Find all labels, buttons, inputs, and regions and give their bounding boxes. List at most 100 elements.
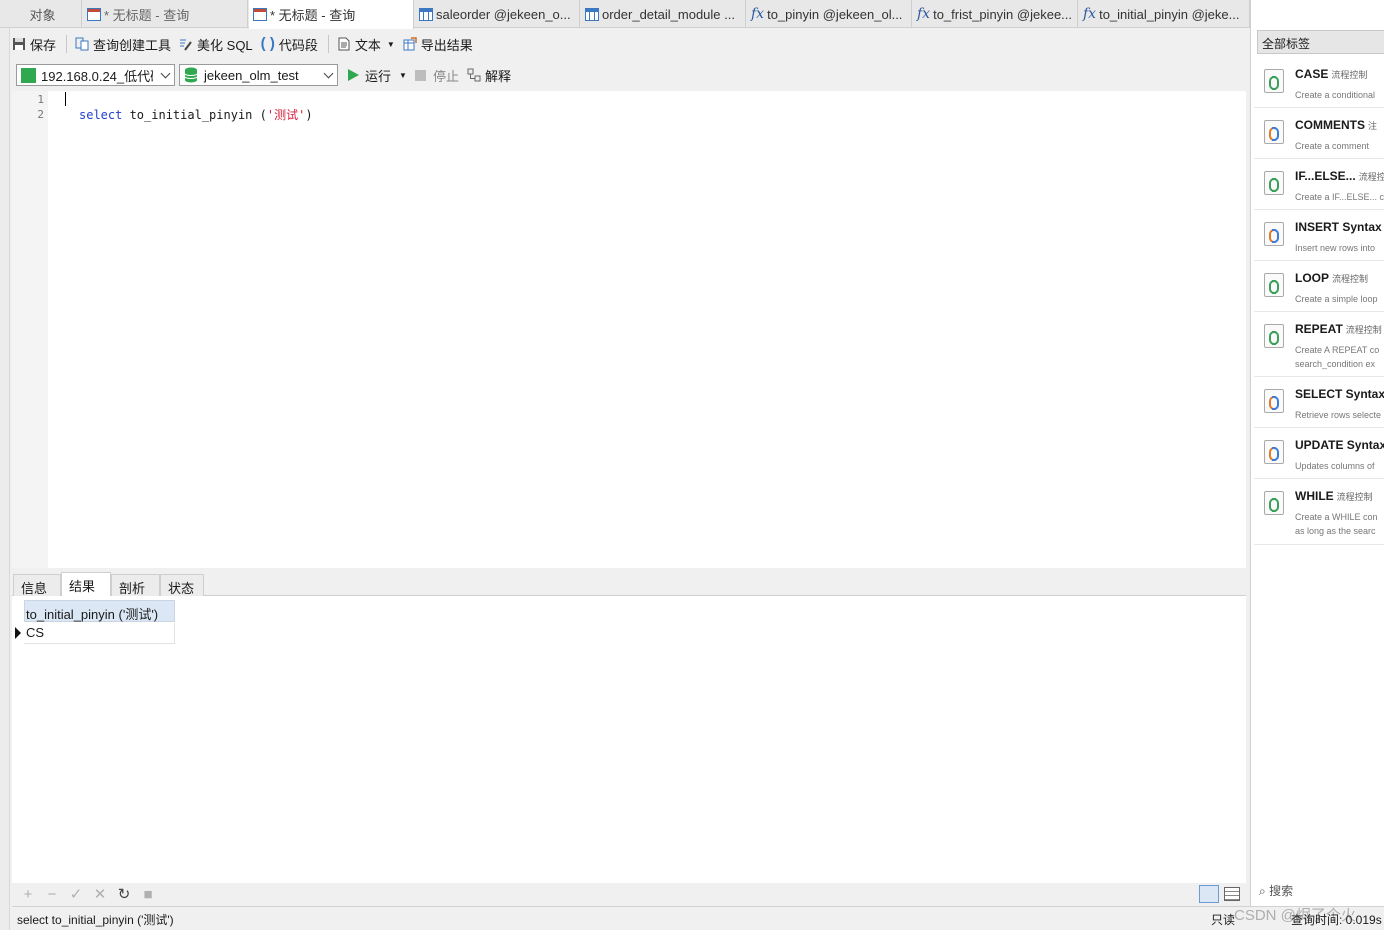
status-mode: 只读: [1211, 913, 1236, 927]
tab-status[interactable]: 状态: [160, 574, 204, 596]
stop-icon[interactable]: ■: [136, 886, 160, 903]
snippet-item[interactable]: CASE 流程控制 Create a conditional: [1254, 57, 1384, 108]
dropdown-arrow-icon: ▼: [386, 39, 395, 49]
text-file-icon: [338, 37, 350, 51]
snippet-item[interactable]: IF...ELSE... 流程控 Create a IF...ELSE... c: [1254, 159, 1384, 210]
snippet-description: Create a comment: [1295, 141, 1370, 151]
tab-to-pinyin[interactable]: fx to_pinyin @jekeen_ol...: [747, 0, 912, 28]
snippet-icon: [1264, 171, 1284, 195]
snippet-title: COMMENTS 注: [1295, 118, 1377, 132]
text-cursor: [65, 92, 66, 106]
status-bar: select to_initial_pinyin ('测试') 只读 CSDN …: [12, 906, 1384, 930]
tab-objects[interactable]: 对象: [0, 0, 82, 28]
beautify-icon: [180, 39, 192, 51]
snippet-description: Create a IF...ELSE... c: [1295, 192, 1384, 202]
connection-icon: [21, 67, 36, 83]
delete-row-icon[interactable]: −: [40, 886, 64, 903]
tab-saleorder[interactable]: saleorder @jekeen_o...: [415, 0, 580, 28]
snippet-description: Insert new rows into: [1295, 243, 1376, 253]
save-button[interactable]: 保存: [12, 35, 56, 54]
code-line-2: select to_initial_pinyin ('测试'): [79, 106, 313, 123]
snippet-icon: [1264, 69, 1284, 93]
query-time: 查询时间: 0.019s: [1291, 913, 1382, 927]
play-icon: [348, 69, 359, 81]
query-icon: [253, 8, 267, 21]
snippet-title-text: INSERT Syntax: [1295, 220, 1382, 234]
export-results-button[interactable]: 导出结果: [403, 35, 473, 54]
refresh-icon[interactable]: ↻: [112, 885, 136, 903]
grid-action-bar: + − ✓ ✕ ↻ ■: [12, 883, 1246, 905]
discard-changes-icon[interactable]: ✕: [88, 885, 112, 903]
tab-to-initial-pinyin[interactable]: fx to_initial_pinyin @jeke...: [1079, 0, 1250, 28]
snippet-item[interactable]: COMMENTS 注 Create a comment: [1254, 108, 1384, 159]
form-view-icon[interactable]: [1224, 887, 1240, 901]
tab-order-detail-module[interactable]: order_detail_module ...: [581, 0, 746, 28]
sql-close-paren: ): [305, 108, 313, 122]
beautify-sql-button[interactable]: 美化 SQL: [179, 35, 253, 54]
stop-icon: [414, 69, 426, 81]
database-icon: [184, 67, 198, 83]
connection-select[interactable]: 192.168.0.24_低代码_: [16, 64, 175, 86]
snippet-search[interactable]: ⌕ 搜索: [1259, 882, 1293, 899]
text-mode-button[interactable]: 文本 ▼: [337, 35, 395, 54]
query-tab-bar: 对象 * 无标题 - 查询 * 无标题 - 查询 saleorder @jeke…: [0, 0, 1250, 29]
table-icon: [585, 7, 599, 21]
snippet-title: INSERT Syntax: [1295, 220, 1382, 234]
snippet-panel: 全部标签 CASE 流程控制 Create a conditional COMMENT…: [1250, 0, 1384, 906]
status-sql: select to_initial_pinyin ('测试'): [17, 913, 174, 927]
snippet-title: UPDATE Syntax: [1295, 438, 1384, 452]
snippet-title: IF...ELSE... 流程控: [1295, 169, 1384, 183]
sql-editor[interactable]: 1 2 select to_initial_pinyin ('测试'): [12, 91, 1246, 568]
tab-result-1[interactable]: 结果 1: [61, 572, 111, 610]
tab-untitled-query-2[interactable]: * 无标题 - 查询: [249, 0, 414, 29]
database-select[interactable]: jekeen_olm_test: [179, 64, 338, 86]
grid-view-icon[interactable]: [1199, 885, 1219, 903]
query-icon: [87, 7, 101, 21]
snippet-item[interactable]: REPEAT 流程控制 Create A REPEAT co search_condi…: [1254, 312, 1384, 377]
tab-untitled-query-1[interactable]: * 无标题 - 查询: [83, 0, 248, 28]
snippet-item[interactable]: LOOP 流程控制 Create a simple loop: [1254, 261, 1384, 312]
snippet-title: CASE 流程控制: [1295, 67, 1367, 81]
snippet-icon: [1264, 324, 1284, 348]
apply-changes-icon[interactable]: ✓: [64, 885, 88, 903]
column-header[interactable]: to_initial_pinyin ('测试'): [24, 600, 175, 622]
sql-string-literal: '测试': [266, 108, 306, 122]
snippet-icon: [1264, 440, 1284, 464]
query-builder-button[interactable]: 查询创建工具: [75, 35, 171, 54]
connection-toolbar: 192.168.0.24_低代码_ jekeen_olm_test 运行 ▼ 停…: [16, 61, 519, 89]
snippet-button[interactable]: ( ) 代码段: [261, 35, 318, 54]
snippet-icon: [1264, 389, 1284, 413]
run-button[interactable]: 运行 ▼: [348, 66, 407, 85]
snippet-tag: 流程控制: [1336, 492, 1373, 502]
snippet-item[interactable]: SELECT Syntax Retrieve rows selecte: [1254, 377, 1384, 428]
snippet-item[interactable]: INSERT Syntax Insert new rows into: [1254, 210, 1384, 261]
snippet-description: Create A REPEAT co: [1295, 345, 1380, 355]
tab-to-frist-pinyin[interactable]: fx to_frist_pinyin @jekee...: [913, 0, 1078, 28]
snippet-item[interactable]: WHILE 流程控制 Create a WHILE con as long as th…: [1254, 479, 1384, 545]
snippet-description: as long as the searc: [1295, 526, 1376, 536]
search-icon: ⌕: [1259, 884, 1266, 898]
current-row-marker-icon: [15, 627, 21, 639]
snippet-title-text: CASE: [1295, 67, 1329, 81]
snippet-tag: 流程控: [1358, 172, 1384, 182]
snippet-item[interactable]: UPDATE Syntax Updates columns of: [1254, 428, 1384, 479]
add-row-icon[interactable]: +: [16, 886, 40, 903]
snippet-description: Updates columns of: [1295, 461, 1375, 471]
stop-button[interactable]: 停止: [414, 66, 459, 85]
result-cell[interactable]: CS: [24, 623, 175, 644]
table-icon: [419, 7, 433, 21]
snippet-category-select[interactable]: 全部标签: [1257, 30, 1384, 54]
function-icon: fx: [1083, 6, 1097, 22]
chevron-down-icon: [323, 68, 334, 79]
tab-info[interactable]: 信息: [13, 574, 61, 596]
toolbar-divider: [327, 35, 329, 53]
snippet-icon: [1264, 222, 1284, 246]
snippet-description: Create a conditional: [1295, 90, 1376, 100]
snippet-title-text: SELECT Syntax: [1295, 387, 1384, 401]
snippet-title-text: IF...ELSE...: [1295, 169, 1356, 183]
tab-profile[interactable]: 剖析: [111, 574, 160, 596]
result-grid: to_initial_pinyin ('测试') CS: [12, 596, 1246, 883]
dropdown-arrow-icon: ▼: [399, 70, 407, 80]
explain-button[interactable]: 解释: [467, 66, 511, 85]
snippet-title-text: REPEAT: [1295, 322, 1343, 336]
